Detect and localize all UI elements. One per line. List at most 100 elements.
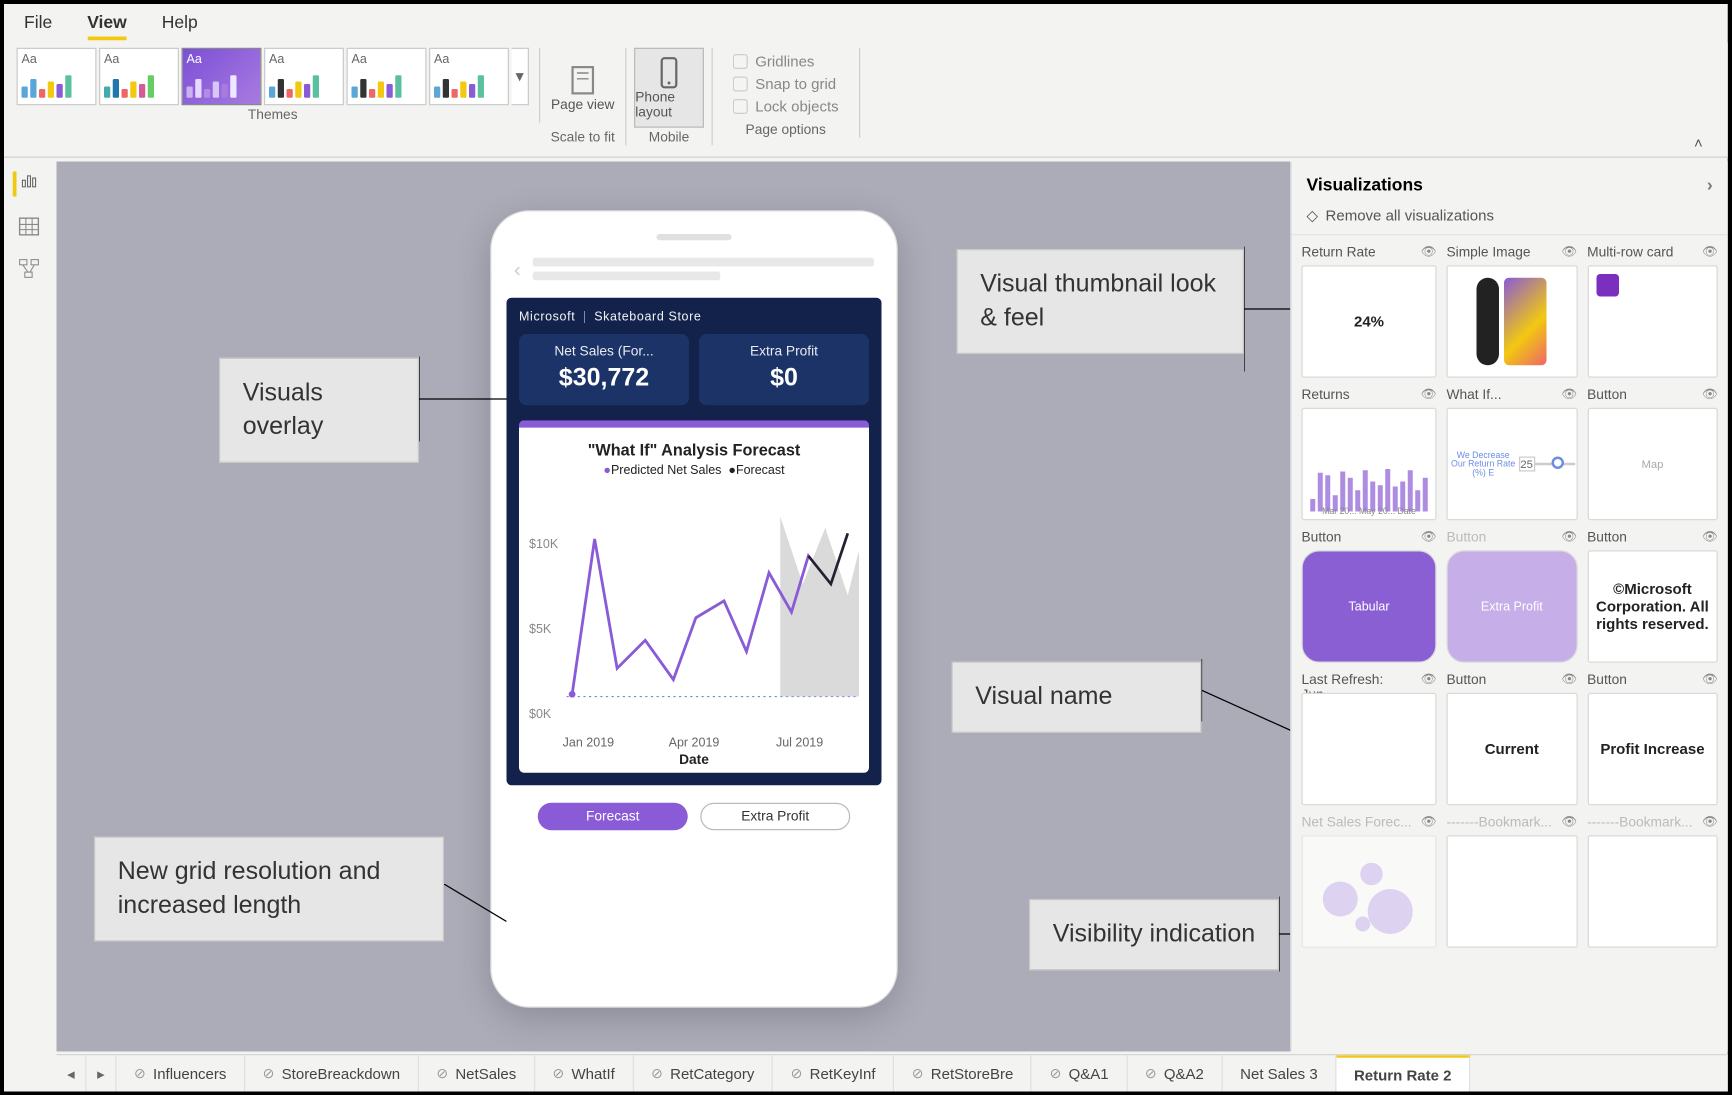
gridlines-checkbox[interactable]: Gridlines: [733, 53, 839, 71]
back-icon[interactable]: ‹: [514, 260, 521, 283]
page-tab-netsales[interactable]: ⊘NetSales: [419, 1055, 535, 1091]
viz-tile-name: Button: [1587, 673, 1627, 691]
eye-icon[interactable]: 👁: [1421, 815, 1437, 833]
viz-thumb: We Decrease Our Return Rate (%) E25: [1447, 408, 1578, 521]
viz-tile-2[interactable]: Multi-row card 👁: [1587, 245, 1718, 378]
remove-all-viz[interactable]: ◇ Remove all visualizations: [1292, 207, 1728, 236]
eye-icon[interactable]: 👁: [1561, 530, 1577, 548]
menu-view[interactable]: View: [87, 12, 127, 41]
viz-thumb: Profit Increase: [1587, 693, 1718, 806]
viz-thumb: [1302, 693, 1437, 806]
chevron-right-icon[interactable]: ›: [1707, 174, 1713, 194]
page-tab-q-a1[interactable]: ⊘Q&A1: [1032, 1055, 1127, 1091]
kpi-net-sales[interactable]: Net Sales (For...$30,772: [519, 334, 689, 405]
menu-help[interactable]: Help: [162, 12, 198, 41]
eye-icon[interactable]: 👁: [1561, 388, 1577, 406]
eye-icon[interactable]: 👁: [1421, 245, 1437, 263]
viz-tile-name: Last Refresh: Jun...: [1302, 673, 1421, 691]
eye-icon[interactable]: 👁: [1561, 673, 1577, 691]
eye-icon[interactable]: 👁: [1702, 673, 1718, 691]
page-tab-q-a2[interactable]: ⊘Q&A2: [1127, 1055, 1222, 1091]
eye-icon[interactable]: 👁: [1421, 388, 1437, 406]
eye-icon[interactable]: 👁: [1561, 815, 1577, 833]
extra-profit-button[interactable]: Extra Profit: [700, 803, 850, 831]
hidden-icon: ⊘: [552, 1065, 564, 1081]
viz-tile-10[interactable]: Button👁Current: [1447, 673, 1578, 806]
page-tab-retstorebre[interactable]: ⊘RetStoreBre: [894, 1055, 1032, 1091]
viz-tile-4[interactable]: What If...👁We Decrease Our Return Rate (…: [1447, 388, 1578, 521]
eye-icon[interactable]: 👁: [1421, 673, 1437, 691]
viz-thumb: Tabular: [1302, 550, 1437, 663]
page-icon: [565, 63, 600, 98]
viz-tile-1[interactable]: Simple Image👁: [1447, 245, 1578, 378]
viz-thumb: Map: [1587, 408, 1718, 521]
snap-checkbox[interactable]: Snap to grid: [733, 75, 839, 93]
eye-icon[interactable]: 👁: [1702, 815, 1718, 833]
tabs-next[interactable]: ▸: [87, 1055, 117, 1091]
viz-tile-7[interactable]: Button👁Extra Profit: [1447, 530, 1578, 663]
hidden-icon: ⊘: [1145, 1065, 1157, 1081]
viz-tile-8[interactable]: Button👁©Microsoft Corporation. All right…: [1587, 530, 1718, 663]
viz-tile-9[interactable]: Last Refresh: Jun...👁: [1302, 673, 1437, 806]
phone-speaker: [657, 234, 732, 240]
page-tab-storebreackdown[interactable]: ⊘StoreBreackdown: [245, 1055, 419, 1091]
viz-tile-name: -------Bookmark...: [1587, 815, 1692, 833]
viz-tile-11[interactable]: Button 👁 Profit Increase: [1587, 673, 1718, 806]
page-tab-net-sales-3[interactable]: Net Sales 3: [1223, 1055, 1337, 1091]
page-view-label: Page view: [551, 98, 614, 113]
eye-icon[interactable]: 👁: [1421, 530, 1437, 548]
theme-swatch-3-selected[interactable]: Aa: [182, 48, 262, 106]
eye-icon[interactable]: 👁: [1702, 245, 1718, 263]
theme-swatch-6[interactable]: Aa: [429, 48, 509, 106]
page-tab-return-rate-2[interactable]: Return Rate 2: [1336, 1055, 1470, 1091]
viz-tile-0[interactable]: Return Rate👁24%: [1302, 245, 1437, 378]
forecast-button[interactable]: Forecast: [538, 803, 688, 831]
eraser-icon: ◇: [1307, 207, 1319, 225]
theme-swatch-1[interactable]: Aa: [17, 48, 97, 106]
viz-thumb: Mar 20... May 20... Date: [1302, 408, 1437, 521]
viz-pane-title: Visualizations: [1307, 174, 1423, 194]
lock-checkbox[interactable]: Lock objects: [733, 98, 839, 116]
theme-gallery[interactable]: Aa Aa Aa Aa Aa Aa ▾: [17, 48, 530, 106]
viz-tile-name: Button: [1302, 530, 1342, 548]
page-tab-retcategory[interactable]: ⊘RetCategory: [634, 1055, 773, 1091]
theme-swatch-4[interactable]: Aa: [264, 48, 344, 106]
viz-tile-13[interactable]: -------Bookmark...👁: [1447, 815, 1578, 948]
hidden-icon: ⊘: [791, 1065, 803, 1081]
report-view-icon[interactable]: [13, 172, 38, 197]
tabs-prev[interactable]: ◂: [57, 1055, 87, 1091]
whatif-chart-visual[interactable]: "What If" Analysis Forecast ●Predicted N…: [519, 420, 869, 773]
page-tab-influencers[interactable]: ⊘Influencers: [117, 1055, 246, 1091]
viz-tile-3[interactable]: Returns👁Mar 20... May 20... Date: [1302, 388, 1437, 521]
model-view-icon[interactable]: [17, 257, 42, 282]
viz-tile-14[interactable]: -------Bookmark... 👁: [1587, 815, 1718, 948]
chart-title: "What If" Analysis Forecast: [529, 440, 859, 459]
phone-layout-button[interactable]: Phone layout: [634, 48, 704, 128]
eye-icon[interactable]: 👁: [1702, 530, 1718, 548]
page-options-label: Page options: [746, 123, 826, 138]
page-tab-retkeyinf[interactable]: ⊘RetKeyInf: [773, 1055, 894, 1091]
viz-thumb: [1447, 265, 1578, 378]
kpi-extra-profit[interactable]: Extra Profit$0: [699, 334, 869, 405]
visualizations-pane: Visualizations › ◇ Remove all visualizat…: [1290, 162, 1728, 1052]
chart-legend: ●Predicted Net Sales ●Forecast: [529, 464, 859, 478]
eye-icon[interactable]: 👁: [1702, 388, 1718, 406]
data-view-icon[interactable]: [17, 214, 42, 239]
theme-swatch-5[interactable]: Aa: [347, 48, 427, 106]
viz-tile-5[interactable]: Button👁Map: [1587, 388, 1718, 521]
viz-tile-name: Button: [1447, 530, 1487, 548]
mobile-group-label: Mobile: [649, 130, 690, 145]
ribbon-collapse-button[interactable]: ˄: [1681, 129, 1715, 157]
viz-thumb: [1587, 835, 1718, 948]
eye-icon[interactable]: 👁: [1561, 245, 1577, 263]
viz-tile-name: Multi-row card: [1587, 245, 1673, 263]
theme-swatch-2[interactable]: Aa: [99, 48, 179, 106]
page-view-button[interactable]: Page view: [548, 48, 618, 128]
viz-tile-6[interactable]: Button 👁 Tabular: [1302, 530, 1437, 663]
page-tab-whatif[interactable]: ⊘WhatIf: [535, 1055, 634, 1091]
viz-thumb: 24%: [1302, 265, 1437, 378]
menu-file[interactable]: File: [24, 12, 52, 41]
hidden-icon: ⊘: [263, 1065, 275, 1081]
theme-dropdown[interactable]: ▾: [512, 48, 530, 106]
viz-tile-12[interactable]: Net Sales Forec...👁: [1302, 815, 1437, 948]
